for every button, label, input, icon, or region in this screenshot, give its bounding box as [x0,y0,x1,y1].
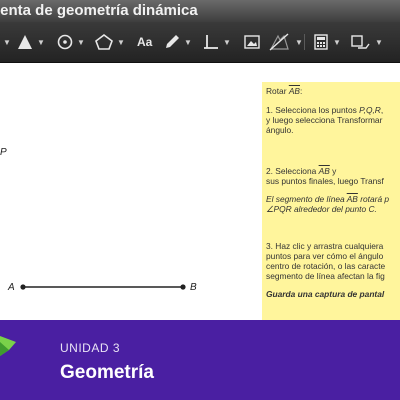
note-step1-line1: 1. Selecciona los puntos P,Q,R, [266,105,384,115]
note-step2-line1: 2. Selecciona AB y [266,166,337,176]
pentagon-icon [95,34,113,50]
chevron-down-icon: ▼ [184,37,192,47]
point-tool-button[interactable]: ▼ [16,30,45,54]
chevron-down-icon: ▼ [3,37,11,47]
note-step3-line5: Guarda una captura de pantal [266,289,385,299]
transform-tool-button[interactable]: ▼ [350,30,383,54]
text-tool-button[interactable]: Aa [137,30,152,54]
image-tool-button[interactable] [243,30,261,54]
note-step3-line3: centro de rotación, o las caracte [266,261,386,271]
instruction-note: Rotar AB: 1. Selecciona los puntos P,Q,R… [262,82,400,320]
hide-icon [269,33,289,51]
geometry-drawing [20,284,186,290]
calculator-tool-button[interactable]: ▼ [312,30,341,54]
course-banner [0,320,400,400]
image-icon [244,35,260,49]
chevron-down-icon: ▼ [77,37,85,47]
chevron-down-icon: ▼ [37,37,45,47]
window-title: ienta de geometría dinámica [0,2,198,19]
polygon-tool-button[interactable]: ▼ [94,30,125,54]
toolbar-divider [304,34,305,50]
measure-tool-button[interactable]: ▼ [202,30,231,54]
circle-dot-icon [57,34,73,50]
point-b-label: B [190,282,197,293]
calculator-icon [314,34,328,50]
chevron-down-icon: ▼ [375,37,383,47]
note-heading: Rotar AB: [266,86,303,96]
point-a[interactable] [20,284,26,290]
unit-title: Geometría [60,362,154,383]
note-step2-line3: El segmento de línea AB rotará p [266,194,390,204]
note-step3-line2: puntos para ver cómo el ángulo [266,251,384,261]
banner-shape-icon [0,336,16,356]
point-a-label: A [8,282,15,293]
note-step2-line4: ∠PQR alrededor del punto C. [266,204,377,214]
note-step3-line1: 3. Haz clic y arrastra cualquiera [266,241,384,251]
chevron-down-icon: ▼ [223,37,231,47]
perpendicular-icon [204,35,218,49]
note-step3-line4: segmento de línea afectan la fig [266,271,385,281]
toolbar: ▼ ▼ ▼ ▼ Aa ▼ ▼ ▼ ▼ ▼ [0,22,400,63]
note-step1-line3: ángulo. [266,125,294,135]
filled-triangle-icon [18,35,32,49]
note-step1-line2: y luego selecciona Transformar [266,115,383,125]
title-bar: ienta de geometría dinámica [0,0,400,22]
chevron-down-icon: ▼ [117,37,125,47]
circle-tool-button[interactable]: ▼ [56,30,85,54]
hide-tool-button[interactable]: ▼ [268,30,303,54]
note-step2-line2: sus puntos finales, luego Transf [266,176,384,186]
point-p-label: P [0,147,7,158]
point-b[interactable] [180,284,186,290]
pencil-tool-button[interactable]: ▼ [163,30,192,54]
unit-label: UNIDAD 3 [60,341,121,355]
point-tool-caret-button[interactable]: ▼ [0,30,11,54]
transform-icon [351,35,370,49]
pencil-icon [166,35,179,48]
text-icon: Aa [137,35,153,49]
chevron-down-icon: ▼ [333,37,341,47]
chevron-down-icon: ▼ [295,37,303,47]
